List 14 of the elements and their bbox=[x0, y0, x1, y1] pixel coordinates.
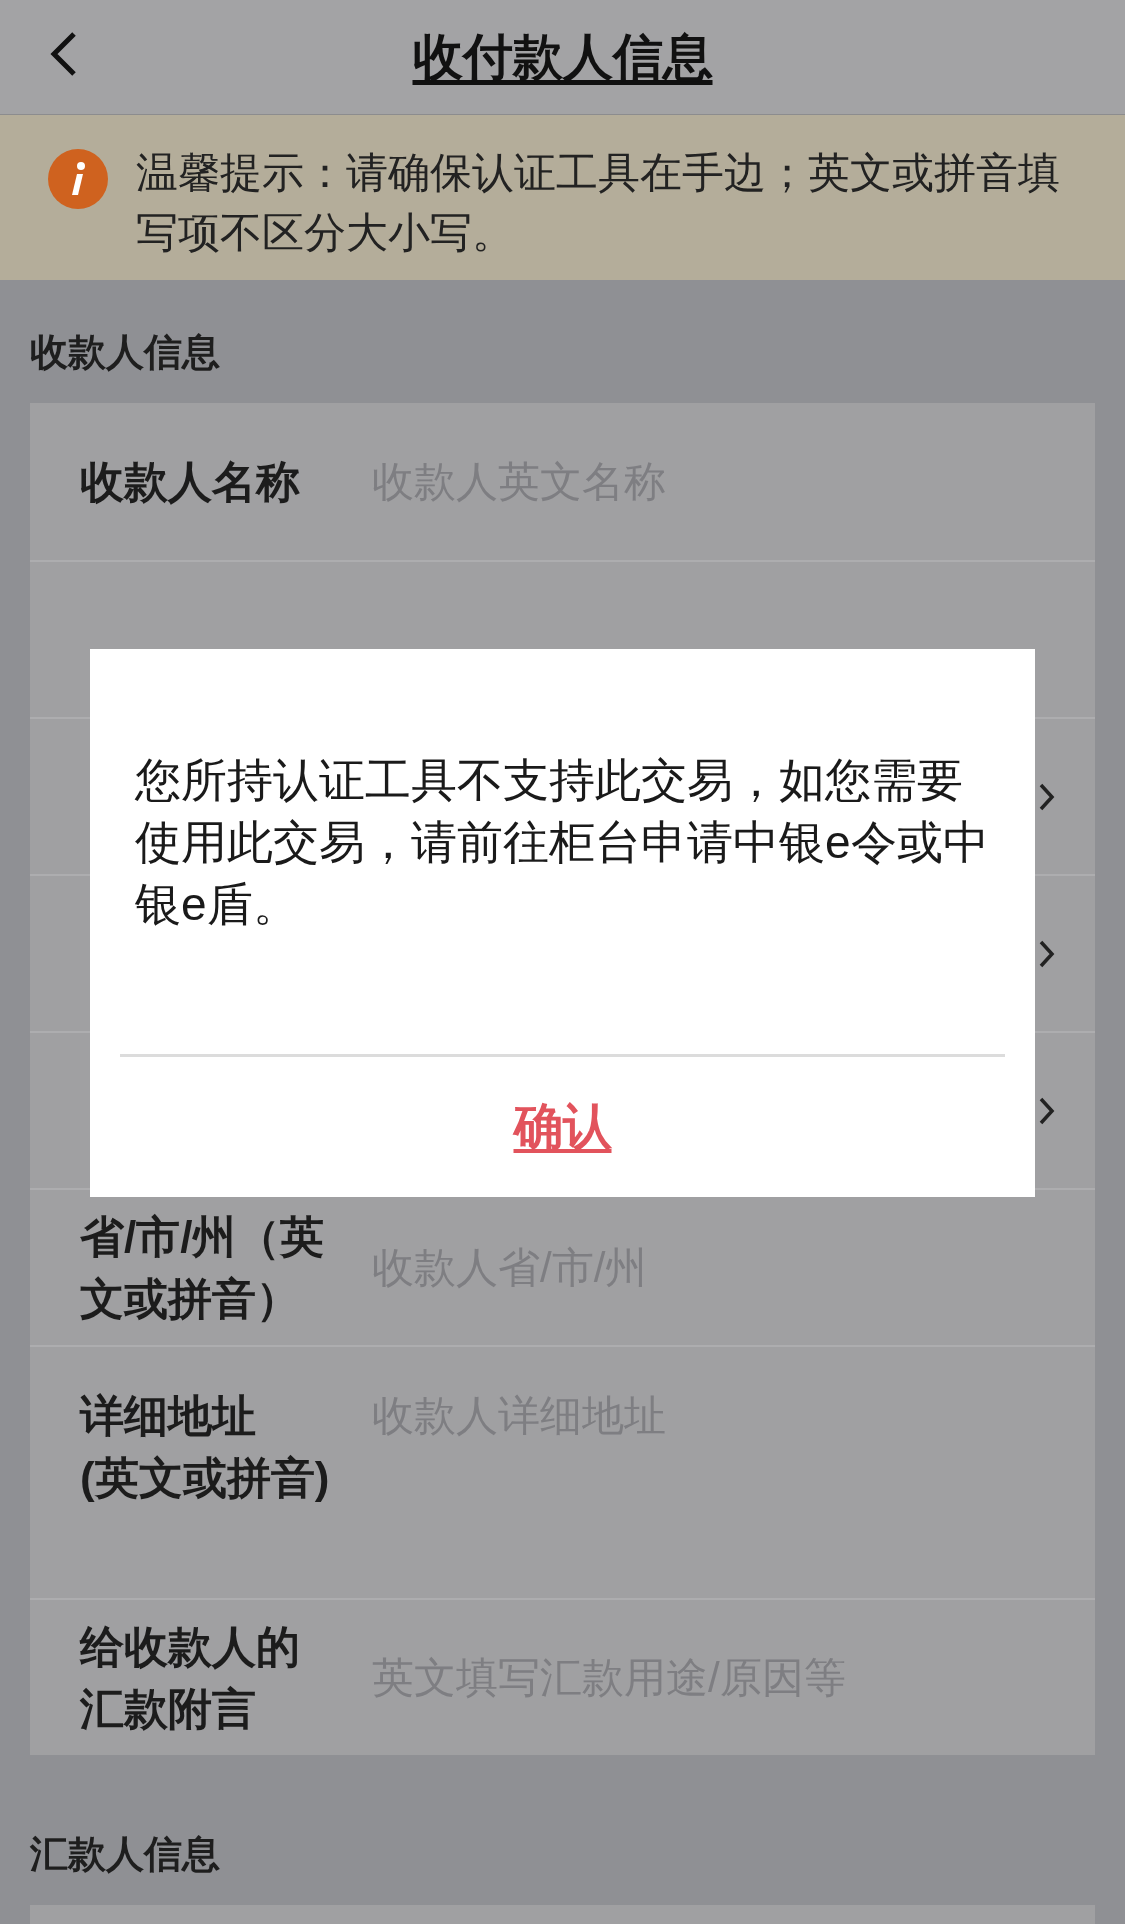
field-label: 详细地址 (英文或拼音) bbox=[80, 1390, 331, 1504]
confirm-button[interactable]: 确认 bbox=[509, 1090, 616, 1164]
field-label: 给收款人的汇款附言 bbox=[80, 1620, 301, 1735]
section-title: 收款人信息 bbox=[30, 330, 220, 375]
field-label: 省/市/州（英文或拼音） bbox=[80, 1210, 326, 1325]
section-title: 汇款人信息 bbox=[30, 1832, 220, 1877]
chevron-right-icon bbox=[1039, 782, 1055, 811]
chevron-right-icon bbox=[1039, 1096, 1055, 1125]
dialog-message: 您所持认证工具不支持此交易，如您需要使用此交易，请前往柜台申请中银e令或中银e盾。 bbox=[134, 753, 990, 932]
page-title: 收付款人信息 bbox=[412, 27, 713, 87]
notice-text: 温馨提示：请确保认证工具在手边；英文或拼音填写项不区分大小写。 bbox=[136, 148, 1061, 258]
chevron-right-icon bbox=[1039, 939, 1055, 968]
field-label: 收款人名称 bbox=[80, 455, 301, 508]
info-icon bbox=[48, 149, 108, 209]
